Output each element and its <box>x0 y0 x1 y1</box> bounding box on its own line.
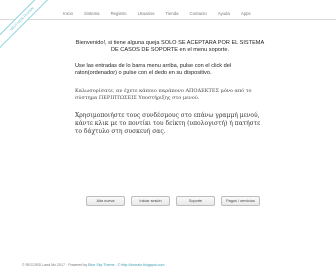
footer-text: © RECORD Land Mc 2017 · Powered by Blue … <box>22 262 164 268</box>
action-buttons: Alta nueva Iniciar sesión Soporte Pagos … <box>86 196 260 206</box>
nav-item-sistema[interactable]: Sistema <box>84 10 100 18</box>
support-button[interactable]: Soporte <box>176 196 215 206</box>
footer-copyright: © RECORD Land Mc 2017 · Powered by <box>22 263 88 267</box>
nav-item-ayuda[interactable]: Ayuda <box>218 10 230 18</box>
nav-item-registro[interactable]: Registro <box>111 10 127 18</box>
nav-item-usuarios[interactable]: Usuarios <box>138 10 155 18</box>
alta-button[interactable]: Alta nueva <box>86 196 125 206</box>
greek-intro-text: Καλωσορίσατε, αν έχετε κάποιο παράπονο Α… <box>75 88 252 101</box>
footer-theme-link[interactable]: Blue Sky Theme - © http://domain.blogspo… <box>88 263 164 267</box>
nav-item-inicio[interactable]: Inicio <box>63 10 73 18</box>
intro-text: Bienvenido!, si tiene alguna queja SOLO … <box>75 40 265 53</box>
nav-item-contacto[interactable]: Contacto <box>190 10 207 18</box>
top-navigation-bar: Inicio Sistema Registro Usuarios Tienda … <box>0 0 336 20</box>
payments-button[interactable]: Pagos / servicios <box>221 196 260 206</box>
nav-item-tienda[interactable]: Tienda <box>166 10 179 18</box>
greek-instructions-text: Χρησιμοποιήστε τους συνδέσμους στο επάνω… <box>75 112 261 135</box>
main-content: Bienvenido!, si tiene alguna queja SOLO … <box>75 40 265 136</box>
login-button[interactable]: Iniciar sesión <box>131 196 170 206</box>
main-menu: Inicio Sistema Registro Usuarios Tienda … <box>63 10 262 18</box>
instructions-text: Use las entradas de lo barra menu arriba… <box>75 63 232 76</box>
nav-item-apps[interactable]: Apps <box>241 10 251 18</box>
